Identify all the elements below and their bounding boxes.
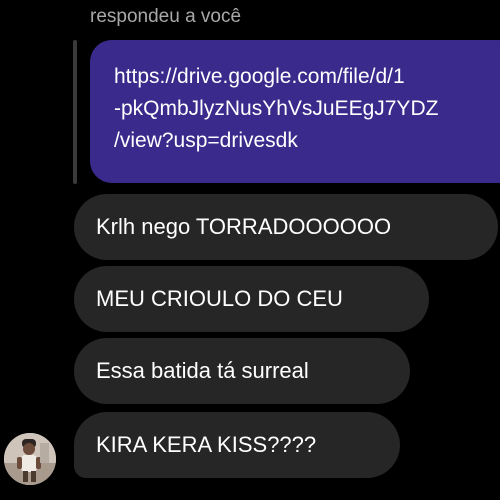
quoted-link-line: -pkQmbJlyzNusYhVsJuEEgJ7YDZ (114, 97, 439, 120)
message-text: MEU CRIOULO DO CEU (96, 286, 343, 311)
quoted-link-line: /view?usp=drivesdk (114, 129, 298, 152)
message-bubble[interactable]: KIRA KERA KISS???? (74, 412, 400, 478)
reply-header: respondeu a você (90, 6, 242, 27)
message-text: Krlh nego TORRADOOOOOO (96, 214, 392, 239)
reply-indicator-bar (73, 40, 77, 184)
quoted-link-text[interactable]: https://drive.google.com/file/d/1 -pkQmb… (114, 61, 438, 157)
quoted-message-bubble[interactable]: https://drive.google.com/file/d/1 -pkQmb… (90, 40, 500, 183)
message-bubble[interactable]: Essa batida tá surreal (74, 338, 410, 404)
message-bubble[interactable]: MEU CRIOULO DO CEU (74, 266, 429, 332)
quoted-link-line: https://drive.google.com/file/d/1 (114, 65, 405, 88)
message-text: KIRA KERA KISS???? (96, 432, 317, 457)
message-text: Essa batida tá surreal (96, 358, 309, 383)
message-bubble[interactable]: Krlh nego TORRADOOOOOO (74, 194, 498, 260)
sender-avatar[interactable] (4, 433, 56, 485)
